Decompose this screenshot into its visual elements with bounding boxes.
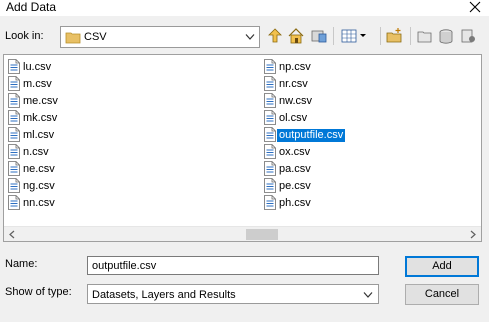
horizontal-scrollbar[interactable] — [4, 226, 481, 241]
file-name: pa.csv — [279, 163, 311, 175]
file-name: mk.csv — [23, 112, 58, 124]
name-input[interactable] — [87, 256, 379, 275]
file-column-2: np.csv nr.csv nw.csv ol.csv outputfile.csv ox… — [262, 59, 380, 212]
csv-file-icon — [264, 110, 276, 125]
csv-file-icon — [8, 110, 20, 125]
options-icon[interactable] — [459, 25, 477, 47]
look-in-label: Look in: — [5, 30, 44, 42]
csv-file-icon — [264, 161, 276, 176]
cancel-button[interactable]: Cancel — [405, 284, 479, 305]
file-item[interactable]: n.csv — [6, 144, 124, 161]
file-item[interactable]: ph.csv — [262, 195, 380, 212]
file-column-1: lu.csv m.csv me.csv mk.csv ml.csv n.csv ne.csv… — [6, 59, 124, 212]
file-name: m.csv — [23, 78, 52, 90]
file-item[interactable]: m.csv — [6, 76, 124, 93]
file-name: n.csv — [23, 146, 49, 158]
file-item[interactable]: mk.csv — [6, 110, 124, 127]
csv-file-icon — [8, 161, 20, 176]
up-one-level-icon[interactable] — [266, 25, 284, 47]
chevron-down-icon — [245, 34, 255, 40]
scroll-left-icon[interactable] — [9, 230, 15, 239]
add-button[interactable]: Add — [405, 256, 479, 277]
file-name: np.csv — [279, 61, 311, 73]
csv-file-icon — [264, 144, 276, 159]
csv-file-icon — [264, 127, 276, 142]
window-title: Add Data — [6, 0, 57, 14]
csv-file-icon — [8, 195, 20, 210]
show-of-type-dropdown[interactable]: Datasets, Layers and Results — [87, 284, 379, 304]
csv-file-icon — [8, 127, 20, 142]
file-name: nr.csv — [279, 78, 308, 90]
toolbar-separator — [410, 27, 411, 45]
scroll-right-icon[interactable] — [470, 230, 476, 239]
file-item[interactable]: ol.csv — [262, 110, 380, 127]
home-icon[interactable] — [287, 25, 305, 47]
file-item[interactable]: lu.csv — [6, 59, 124, 76]
file-item[interactable]: nr.csv — [262, 76, 380, 93]
csv-file-icon — [264, 59, 276, 74]
file-item[interactable]: nn.csv — [6, 195, 124, 212]
name-label: Name: — [5, 258, 38, 270]
file-name: ph.csv — [279, 197, 311, 209]
chevron-down-icon — [363, 292, 373, 298]
look-in-value: CSV — [84, 31, 107, 43]
show-of-type-label: Show of type: — [5, 286, 72, 298]
new-folder-icon[interactable] — [386, 25, 404, 47]
show-of-type-value: Datasets, Layers and Results — [92, 289, 236, 301]
file-name: pe.csv — [279, 180, 311, 192]
csv-file-icon — [8, 59, 20, 74]
connect-to-folder-icon[interactable] — [416, 25, 434, 47]
file-name: ne.csv — [23, 163, 55, 175]
look-in-dropdown[interactable]: CSV — [60, 26, 260, 48]
file-item[interactable]: ox.csv — [262, 144, 380, 161]
file-item[interactable]: outputfile.csv — [262, 127, 380, 144]
file-name: lu.csv — [23, 61, 52, 73]
csv-file-icon — [264, 178, 276, 193]
file-list[interactable]: lu.csv m.csv me.csv mk.csv ml.csv n.csv ne.csv… — [3, 54, 482, 242]
file-name: ol.csv — [279, 112, 308, 124]
csv-file-icon — [264, 195, 276, 210]
file-item[interactable]: ne.csv — [6, 161, 124, 178]
connect-folder-icon[interactable] — [310, 25, 328, 47]
csv-file-icon — [8, 144, 20, 159]
database-icon[interactable] — [437, 25, 455, 47]
file-name: ox.csv — [279, 146, 311, 158]
file-item[interactable]: pa.csv — [262, 161, 380, 178]
toolbar-separator — [380, 27, 381, 45]
csv-file-icon — [264, 76, 276, 91]
file-item[interactable]: ng.csv — [6, 178, 124, 195]
file-name: me.csv — [23, 95, 58, 107]
file-name: ml.csv — [23, 129, 55, 141]
title-bar: Add Data — [0, 0, 489, 16]
file-name: outputfile.csv — [277, 129, 346, 142]
file-name: nw.csv — [279, 95, 313, 107]
file-item[interactable]: me.csv — [6, 93, 124, 110]
csv-file-icon — [8, 93, 20, 108]
toolbar-separator — [333, 27, 334, 45]
file-item[interactable]: nw.csv — [262, 93, 380, 110]
folder-icon — [65, 32, 81, 44]
view-menu-icon[interactable] — [340, 25, 368, 47]
file-name: nn.csv — [23, 197, 55, 209]
file-item[interactable]: np.csv — [262, 59, 380, 76]
csv-file-icon — [8, 178, 20, 193]
csv-file-icon — [264, 93, 276, 108]
scrollbar-thumb[interactable] — [246, 229, 278, 240]
csv-file-icon — [8, 76, 20, 91]
file-name: ng.csv — [23, 180, 55, 192]
file-item[interactable]: ml.csv — [6, 127, 124, 144]
close-icon[interactable] — [467, 0, 483, 15]
file-item[interactable]: pe.csv — [262, 178, 380, 195]
